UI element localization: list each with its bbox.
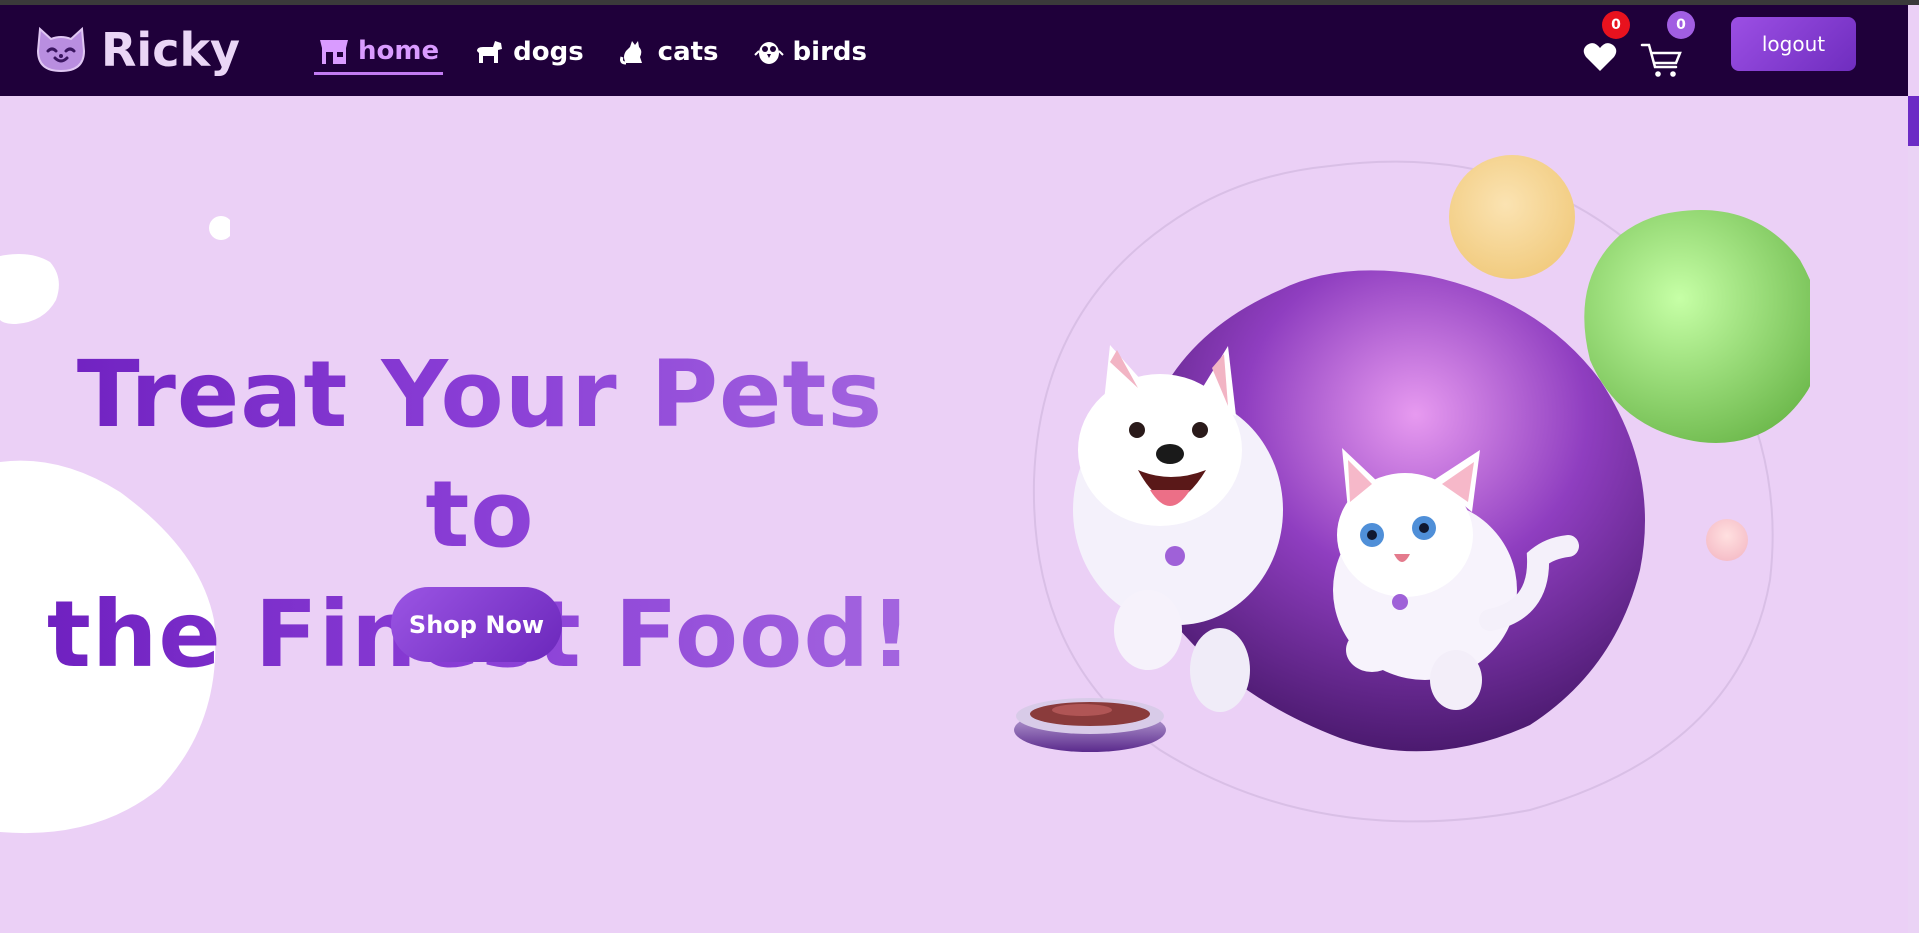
nav-item-cats[interactable]: cats — [614, 29, 723, 75]
brand-logo[interactable]: Ricky — [34, 23, 240, 77]
logout-button[interactable]: logout — [1731, 17, 1856, 71]
nav-item-label: dogs — [513, 37, 584, 67]
nav-item-label: birds — [792, 37, 867, 67]
cart-count-badge: 0 — [1667, 11, 1695, 39]
nav-item-label: home — [358, 35, 440, 66]
nav-item-label: cats — [657, 37, 719, 67]
shop-now-button[interactable]: Shop Now — [391, 587, 562, 662]
hero-pets-illustration — [1014, 155, 1810, 823]
dog-icon — [477, 41, 503, 63]
cat-icon — [619, 41, 642, 65]
store-icon — [320, 39, 348, 64]
scrollbar-track[interactable] — [1908, 96, 1919, 933]
nav-menu: home dogs cats birds — [314, 29, 897, 75]
nav-item-birds[interactable]: birds — [749, 29, 871, 75]
bird-icon — [753, 42, 784, 64]
brand-name: Ricky — [101, 23, 241, 77]
favorites-count-badge: 0 — [1602, 11, 1630, 39]
nav-item-home[interactable]: home — [314, 29, 444, 75]
food-bowl-illustration — [1014, 698, 1166, 752]
nav-item-dogs[interactable]: dogs — [469, 29, 588, 75]
heart-icon[interactable] — [1582, 39, 1618, 75]
cat-face-icon — [36, 26, 86, 73]
hero-title-line1: Treat Your Pets to — [76, 341, 884, 568]
scrollbar-thumb[interactable] — [1908, 96, 1919, 146]
cart-icon[interactable] — [1640, 35, 1684, 79]
